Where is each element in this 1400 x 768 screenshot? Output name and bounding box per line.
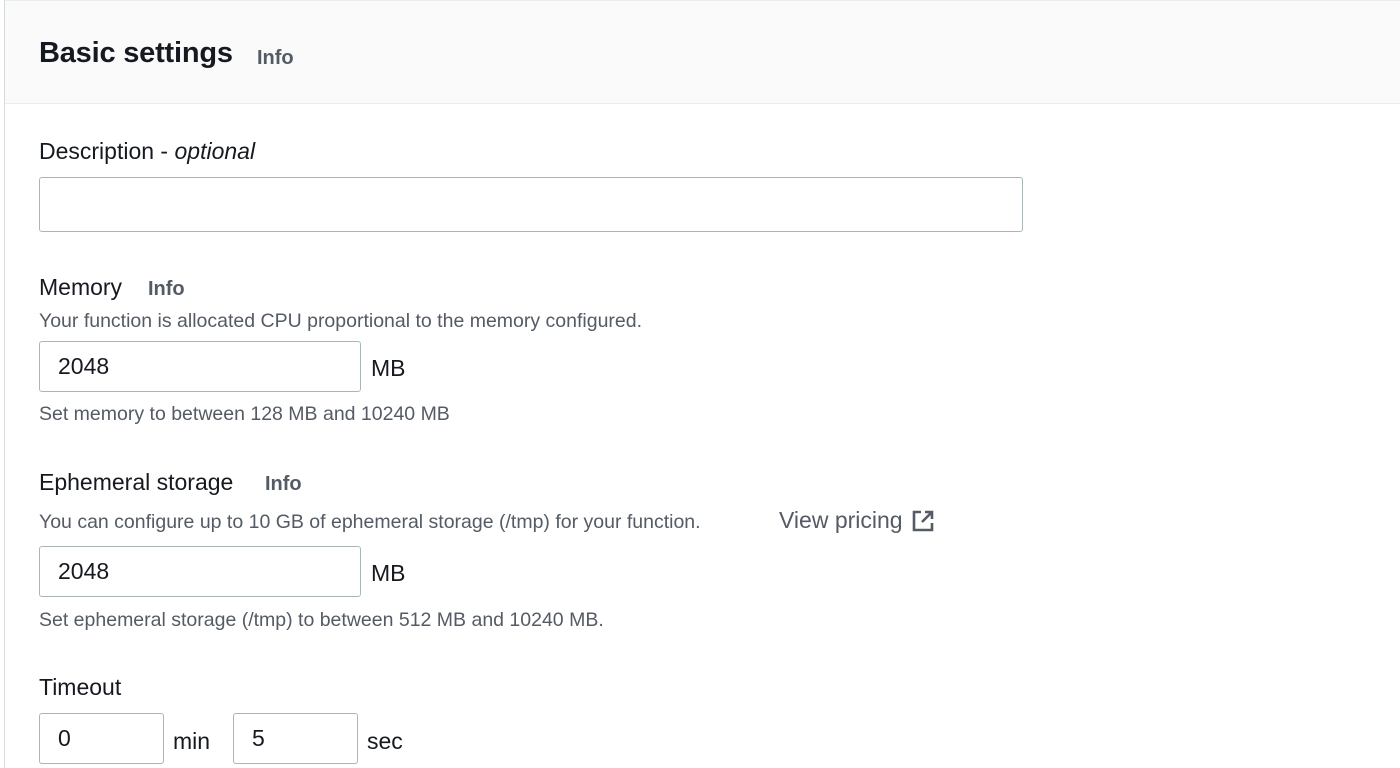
timeout-seconds-unit: sec (367, 728, 403, 754)
view-pricing-link[interactable]: View pricing (779, 507, 935, 534)
ephemeral-storage-unit: MB (371, 560, 406, 586)
description-label-optional: optional (174, 138, 256, 164)
description-input[interactable] (39, 177, 1023, 232)
view-pricing-label: View pricing (779, 507, 903, 533)
ephemeral-storage-info-link[interactable]: Info (265, 473, 302, 496)
memory-label: Memory (39, 274, 123, 300)
ephemeral-storage-label: Ephemeral storage (39, 469, 234, 495)
description-label: Description - optional (39, 138, 255, 165)
timeout-seconds-input[interactable] (233, 713, 358, 764)
memory-description: Your function is allocated CPU proportio… (39, 310, 643, 332)
ephemeral-storage-input[interactable] (39, 546, 361, 597)
ephemeral-storage-constraint: Set ephemeral storage (/tmp) to between … (39, 609, 604, 631)
timeout-minutes-input[interactable] (39, 713, 164, 764)
panel-title: Basic settings (39, 37, 233, 69)
header-info-link[interactable]: Info (257, 47, 294, 70)
memory-input[interactable] (39, 341, 361, 392)
panel-header: Basic settings Info (5, 0, 1400, 104)
basic-settings-panel: Basic settings Info Description - option… (4, 0, 1400, 768)
memory-info-link[interactable]: Info (148, 278, 185, 301)
memory-constraint: Set memory to between 128 MB and 10240 M… (39, 403, 450, 425)
timeout-minutes-unit: min (173, 728, 211, 754)
description-label-text: Description - (39, 138, 175, 164)
ephemeral-storage-description: You can configure up to 10 GB of ephemer… (39, 511, 701, 533)
timeout-label: Timeout (39, 674, 122, 700)
memory-unit: MB (371, 355, 406, 381)
external-link-icon (911, 509, 935, 533)
